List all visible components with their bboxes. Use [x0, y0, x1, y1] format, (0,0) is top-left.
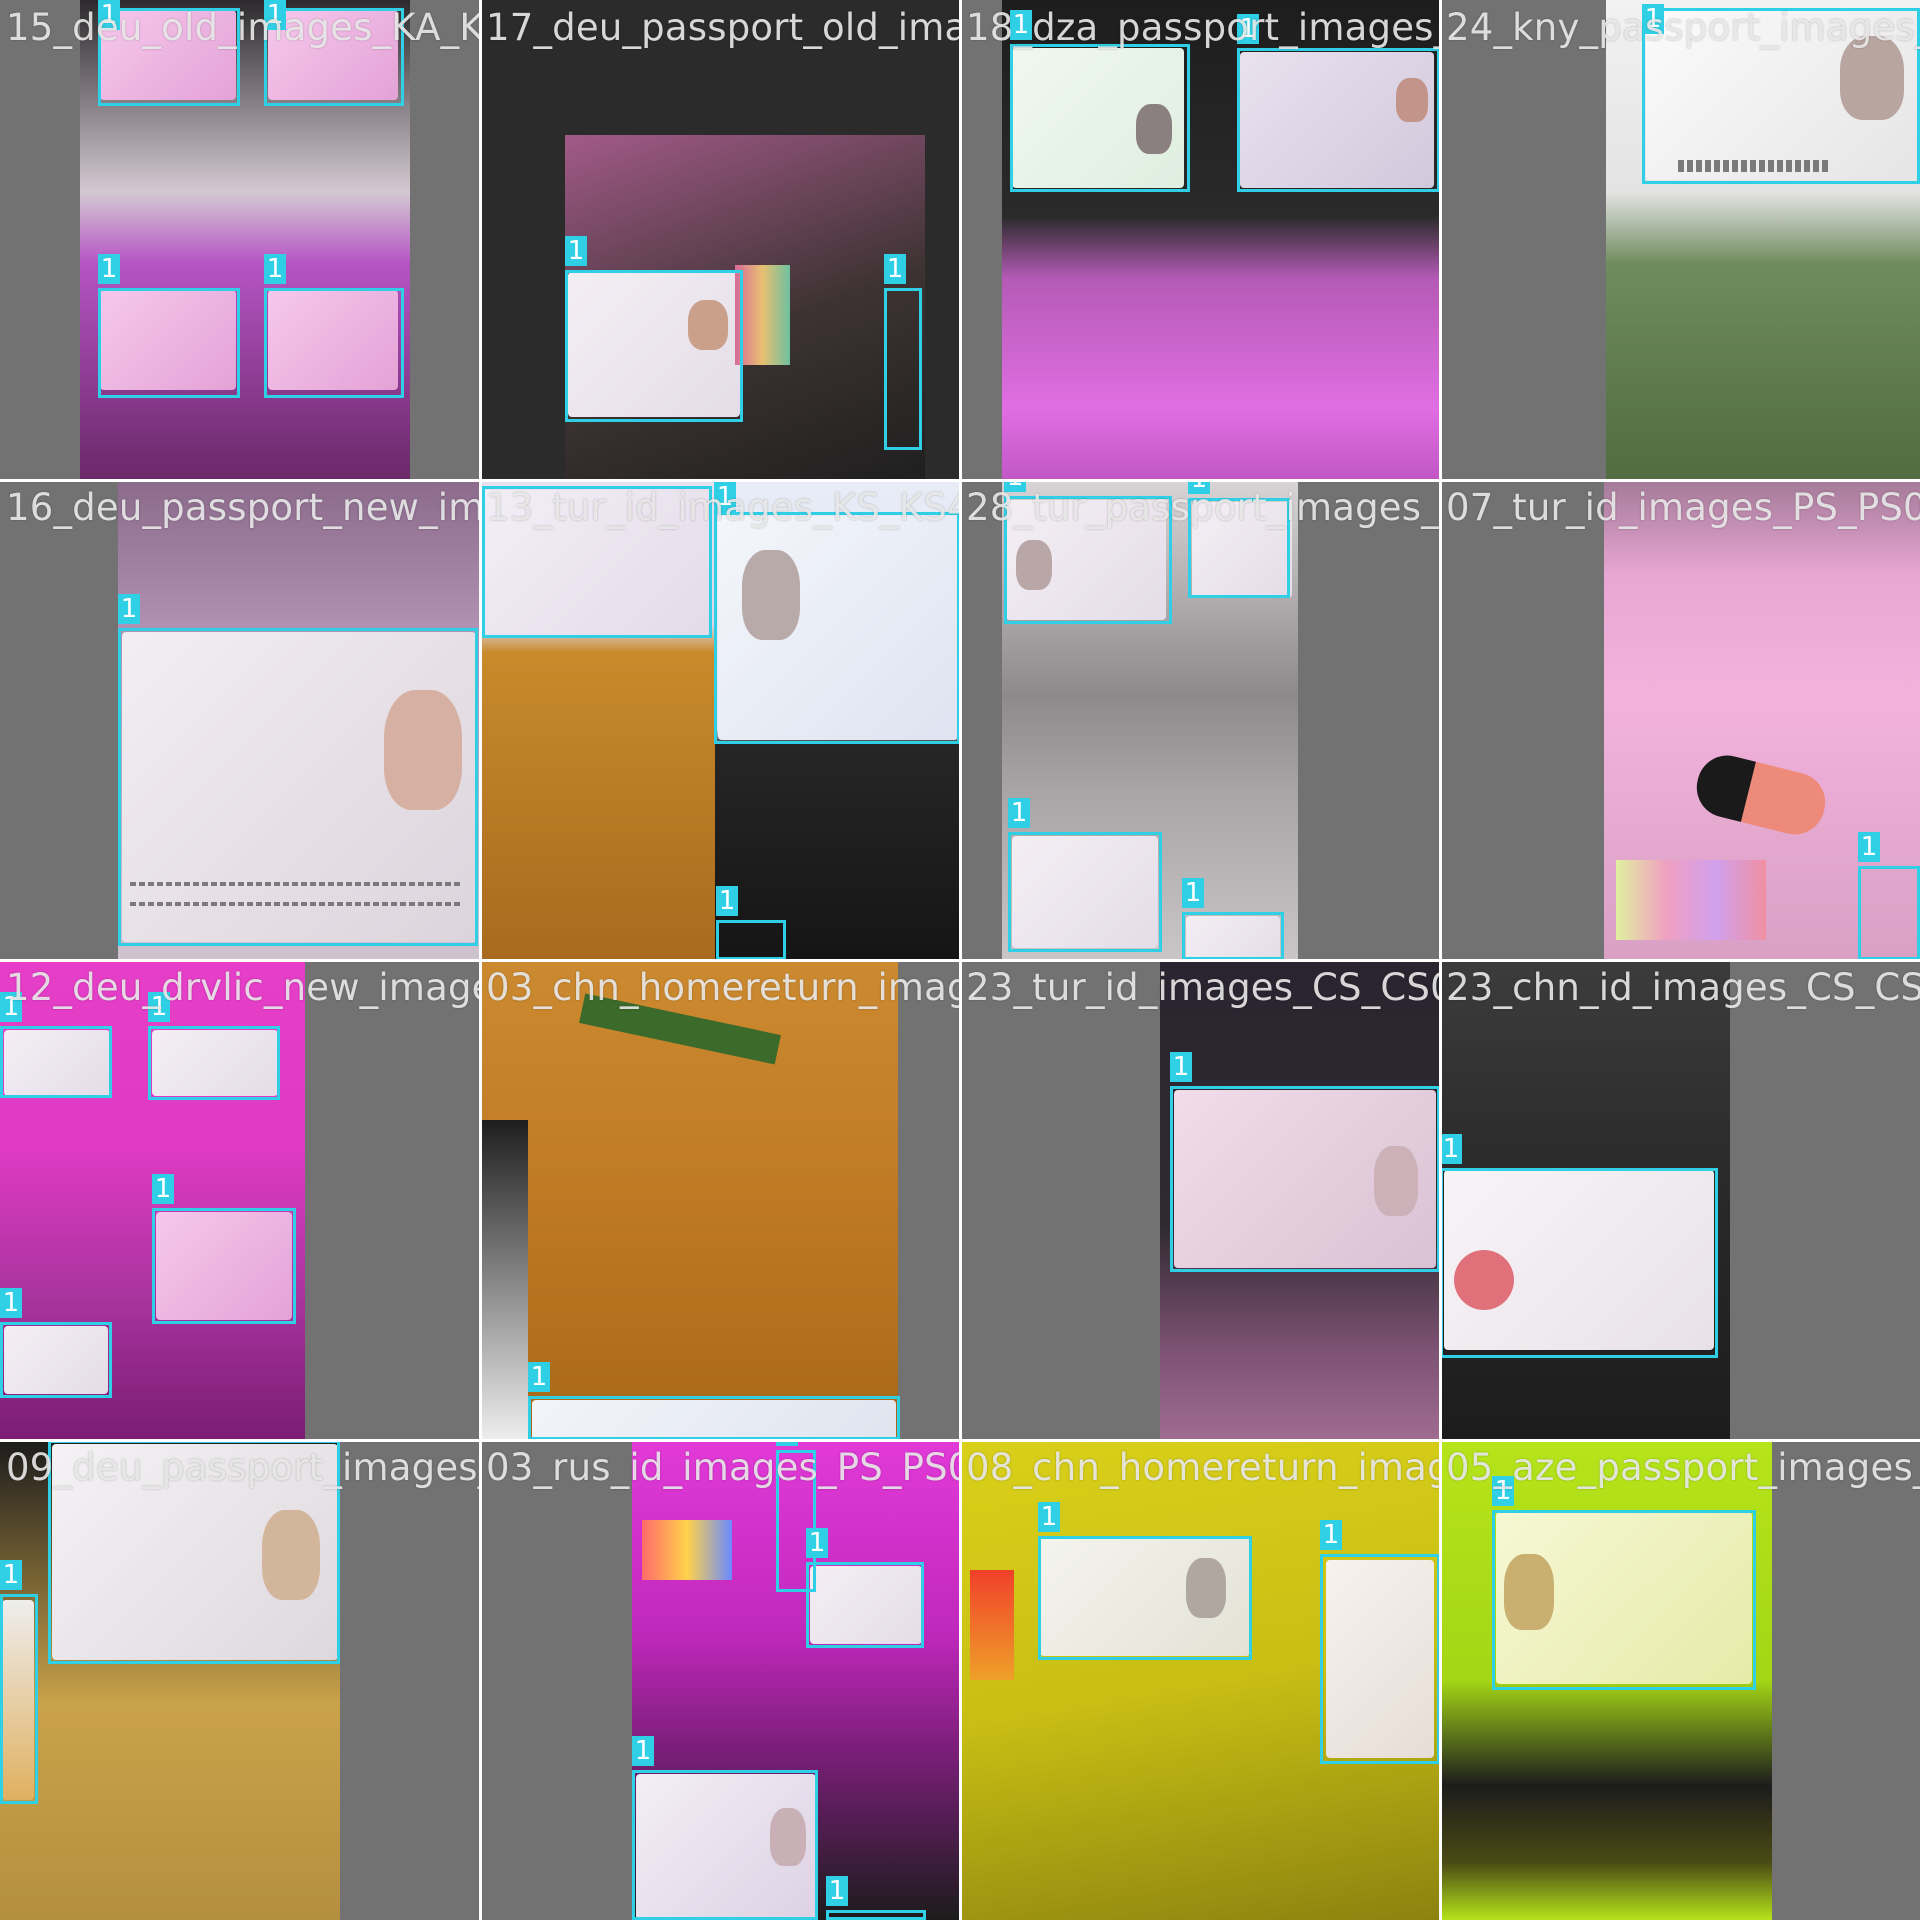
tile-filename: 03_rus_id_images_PS_PS03_28.png — [486, 1446, 960, 1489]
tile-filename: 09_deu_passport_images_KA_KA03_28.png — [6, 1446, 480, 1489]
mosaic-tile: 1 1 08_chn_homereturn_images_CA_CA08_26.… — [960, 1440, 1440, 1920]
detection-box — [528, 1396, 900, 1440]
detection-box — [1010, 44, 1190, 192]
image-patch — [1616, 860, 1766, 940]
mosaic-grid: 1 1 1 1 15_deu_old_images_KA_KA_15_30.pn… — [0, 0, 1920, 1920]
detection-box — [264, 288, 404, 398]
box-class-label: 1 — [1038, 1502, 1060, 1532]
tile-filename: 23_chn_id_images_CS_CS23_18.png — [1446, 966, 1920, 1009]
mosaic-tile: 1 1 1 1 12_deu_drvlic_new_images_08_ch_1… — [0, 960, 480, 1440]
detection-box — [1320, 1554, 1440, 1764]
tile-separator — [0, 479, 1920, 482]
tile-filename: 23_tur_id_images_CS_CS08_03.png — [966, 966, 1440, 1009]
box-class-label: 1 — [806, 1528, 828, 1558]
mosaic-tile: 1 1 1 13_tur_id_images_KS_KS43_28.png — [480, 480, 960, 960]
detection-box — [0, 1322, 112, 1398]
tile-filename: 24_kny_passport_images_KA_18_29.png — [1446, 6, 1920, 49]
mosaic-tile: 1 1 18_dza_passport_images_PS_17_19.png — [960, 0, 1440, 480]
mosaic-tile: 1 1 17_deu_passport_old_images_KA_15_30.… — [480, 0, 960, 480]
mosaic-tile: 1 23_tur_id_images_CS_CS08_03.png — [960, 960, 1440, 1440]
image-patch — [970, 1570, 1014, 1680]
mosaic-tile: 1 03_chn_homereturn_images_TS_TS_12.png — [480, 960, 960, 1440]
tile-filename: 18_dza_passport_images_PS_17_19.png — [966, 6, 1440, 49]
detection-box — [118, 628, 478, 946]
mosaic-tile: 1 16_deu_passport_new_images_PS_PS_16_04… — [0, 480, 480, 960]
detection-box — [1858, 866, 1920, 960]
box-class-label: 1 — [0, 1560, 22, 1590]
box-class-label: 1 — [826, 1876, 848, 1906]
tile-separator — [0, 1439, 1920, 1442]
detection-box — [152, 1208, 296, 1324]
mosaic-tile: 1 23_chn_id_images_CS_CS23_18.png — [1440, 960, 1920, 1440]
detection-box — [884, 288, 922, 450]
box-class-label: 1 — [1170, 1052, 1192, 1082]
detection-box — [1170, 1086, 1440, 1272]
mosaic-tile: 1 24_kny_passport_images_KA_18_29.png — [1440, 0, 1920, 480]
box-class-label: 1 — [152, 1174, 174, 1204]
box-class-label: 1 — [118, 594, 140, 624]
detection-box — [714, 512, 960, 744]
detection-box — [1038, 1536, 1252, 1660]
box-class-label: 1 — [1320, 1520, 1342, 1550]
box-class-label: 1 — [0, 1288, 22, 1318]
tile-filename: 16_deu_passport_new_images_PS_PS_16_04.p… — [6, 486, 480, 529]
detection-box — [1440, 1168, 1718, 1358]
detection-box — [826, 1910, 926, 1920]
box-class-label: 1 — [632, 1736, 654, 1766]
box-class-label: 1 — [98, 254, 120, 284]
tile-filename: 12_deu_drvlic_new_images_08_ch_12_17.png — [6, 966, 480, 1009]
mosaic-tile: 1 1 09_deu_passport_images_KA_KA03_28.pn… — [0, 1440, 480, 1920]
mosaic-tile: 1 1 1 1 03_rus_id_images_PS_PS03_28.png — [480, 1440, 960, 1920]
detection-box — [98, 288, 240, 398]
mosaic-tile: 1 05_aze_passport_images_HS_HS05_26.png — [1440, 1440, 1920, 1920]
tile-filename: 03_chn_homereturn_images_TS_TS_12.png — [486, 966, 960, 1009]
image-patch — [642, 1520, 732, 1580]
detection-box — [148, 1026, 280, 1100]
detection-box — [632, 1770, 818, 1920]
mosaic-tile: 1 07_tur_id_images_PS_PS09.png — [1440, 480, 1920, 960]
mosaic-tile: 1 1 1 1 28_tur_passport_images_TA_TA28_2… — [960, 480, 1440, 960]
box-class-label: 1 — [1182, 878, 1204, 908]
detection-box — [0, 1594, 38, 1804]
detection-box — [1182, 912, 1284, 960]
tile-filename: 17_deu_passport_old_images_KA_15_30.png — [486, 6, 960, 49]
detection-box — [806, 1562, 924, 1648]
detection-box — [1008, 832, 1162, 952]
tile-filename: 05_aze_passport_images_HS_HS05_26.png — [1446, 1446, 1920, 1489]
box-class-label: 1 — [1440, 1134, 1462, 1164]
box-class-label: 1 — [716, 886, 738, 916]
tile-filename: 08_chn_homereturn_images_CA_CA08_26.png — [966, 1446, 1440, 1489]
box-class-label: 1 — [565, 236, 587, 266]
box-class-label: 1 — [528, 1362, 550, 1392]
tile-filename: 28_tur_passport_images_TA_TA28_29.png — [966, 486, 1440, 529]
image-patch — [480, 1120, 528, 1440]
detection-box — [565, 270, 743, 422]
box-class-label: 1 — [1008, 798, 1030, 828]
detection-box — [0, 1026, 112, 1098]
tile-separator — [0, 959, 1920, 962]
box-class-label: 1 — [264, 254, 286, 284]
tile-filename: 15_deu_old_images_KA_KA_15_30.png — [6, 6, 480, 49]
tile-filename: 13_tur_id_images_KS_KS43_28.png — [486, 486, 960, 529]
box-class-label: 1 — [1858, 832, 1880, 862]
detection-box — [1492, 1510, 1756, 1690]
box-class-label: 1 — [884, 254, 906, 284]
tile-filename: 07_tur_id_images_PS_PS09.png — [1446, 486, 1920, 529]
mosaic-tile: 1 1 1 1 15_deu_old_images_KA_KA_15_30.pn… — [0, 0, 480, 480]
image-patch — [735, 265, 790, 365]
detection-box — [1237, 48, 1440, 192]
detection-box — [716, 920, 786, 960]
